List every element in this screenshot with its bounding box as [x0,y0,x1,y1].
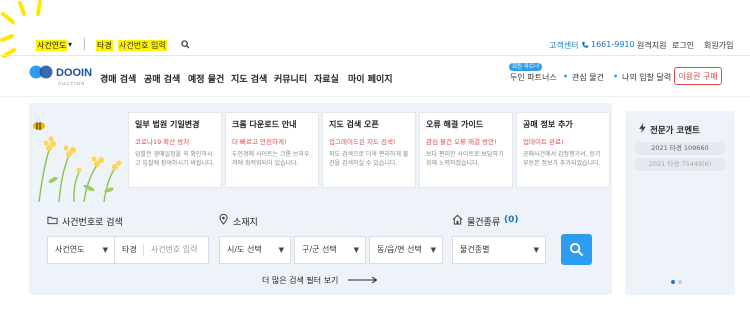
carousel-dot-active[interactable] [671,280,675,284]
city-select[interactable]: 시/도 선택 ▼ [219,236,291,264]
chevron-down-icon: ▼ [533,246,539,254]
nav-auction-search[interactable]: 경매 검색 [100,72,136,85]
notice-card-subtitle: 관심 물건 오류 해결 방안! [426,138,497,146]
customer-center-link[interactable]: 고객센터 [549,40,578,51]
town-select[interactable]: 동/읍/면 선택 ▼ [369,236,443,264]
city-select-value: 시/도 선택 [227,245,262,254]
search-icon[interactable] [181,40,190,49]
logo-text: DOOIN [56,67,92,79]
notice-card-subtitle: 업데이트 완료! [523,138,564,146]
case-number-placeholder: 사건번호 입력 [150,245,198,254]
item-type-select[interactable]: 물건종별 ▼ [452,236,546,264]
nav-public-auction-search[interactable]: 공매 검색 [144,72,180,85]
notice-card-description: 공매사건에서 감정평가서, 등기부등본 정보가 추가되었습니다. [523,151,601,167]
nav-dot: • [613,72,619,81]
nav-dot: • [563,72,569,81]
login-link[interactable]: 로그인 [672,40,694,51]
logo-subtext: AUCTION [58,81,85,86]
lightning-icon [639,123,646,133]
nav-watch-items[interactable]: 관심 물건 [572,72,604,83]
case-year-value: 사건연도 [55,245,85,254]
partner-badge: 회원 파트너 [509,63,543,71]
top-case-year-select[interactable]: 사건연도 [36,40,68,51]
notice-card-description: 입찰전 경매일정을 꼭 확인하시고 입찰에 참여하시기 바랍니다. [135,151,215,167]
divider [143,243,145,256]
nav-resources[interactable]: 자료실 [314,72,339,85]
notice-card[interactable]: 지도 검색 오픈 업그레이드된 지도 검색! 지도 검색으로 더욱 편리하게 물… [322,112,416,188]
signup-link[interactable]: 회원가입 [704,40,733,51]
phone-icon [582,41,589,48]
chevron-down-icon: ▼ [102,246,108,254]
notice-card-title: 오류 해결 가이드 [426,120,484,129]
nav-dooin-partners[interactable]: 두인 파트너스 [510,72,557,83]
notice-card-title: 지도 검색 오픈 [329,120,379,129]
notice-card-description: 보다 편리한 사이트로 보답하기 위해 노력하겠습니다. [426,151,504,167]
town-select-value: 동/읍/면 선택 [377,245,422,254]
nav-community[interactable]: 커뮤니티 [274,72,307,85]
notice-card-description: 지도 검색으로 더욱 편리하게 물건을 검색하실 수 있습니다. [329,151,409,167]
arrow-right-icon[interactable] [348,276,378,284]
buy-pass-button[interactable]: 이용권 구매 [674,67,722,85]
notice-card[interactable]: 오류 해결 가이드 관심 물건 오류 해결 방안! 보다 편리한 사이트로 보답… [419,112,513,188]
tagyeong-label: 타경 [122,245,137,254]
notice-card[interactable]: 크롬 다운로드 안내 더 빠르고 안전하게! 두인경매 사이트는 크롬 브라우저… [225,112,319,188]
top-case-number-input[interactable]: 사건번호 입력 [118,40,167,51]
notice-card-subtitle: 업그레이드된 지도 검색! [329,138,396,146]
expert-comment-item[interactable]: 2021 타경 109660 [634,142,726,155]
notice-card-description: 두인경매 사이트는 크롬 브라우저에 최적화되어 있습니다. [232,151,310,167]
notice-card-title: 일부 법원 기일변경 [135,120,200,129]
chevron-down-icon: ▼ [278,246,284,254]
case-search-label: 사건번호로 검색 [62,218,123,228]
location-pin-icon [219,214,228,225]
nav-map-search[interactable]: 지도 검색 [231,72,267,85]
district-select-value: 구/군 선택 [302,245,337,254]
expert-comment-item[interactable]: 2021 타경 75449(6) [634,158,726,171]
notice-card-subtitle: 더 빠르고 안전하게! [232,138,287,146]
item-type-count: (0) [504,215,519,225]
chevron-down-icon: ▼ [430,246,436,254]
more-filters-link[interactable]: 더 많은 검색 필터 보기 [262,275,338,286]
notice-card-title: 공매 정보 추가 [523,120,573,129]
nav-bid-calendar[interactable]: 나의 입찰 달력 [622,72,671,83]
notice-card-title: 크롬 다운로드 안내 [232,120,297,129]
top-tagyeong-label: 타경 [96,40,113,51]
location-label: 소재지 [233,218,258,228]
nav-upcoming-items[interactable]: 예정 물건 [188,72,224,85]
spring-flowers-illustration [33,117,122,202]
expert-comment-title: 전문가 코멘트 [650,126,700,136]
case-year-select[interactable]: 사건연도 ▼ [47,236,115,264]
item-type-label: 물건종류 [467,218,501,228]
notice-card[interactable]: 공매 정보 추가 업데이트 완료! 공매사건에서 감정평가서, 등기부등본 정보… [516,112,610,188]
search-icon [569,242,584,257]
top-case-year-chevron-icon[interactable]: ▾ [68,40,72,49]
nav-my-page[interactable]: 마이 페이지 [348,72,393,85]
notice-card-subtitle: 코로나19 확산 방지 [135,138,190,146]
district-select[interactable]: 구/군 선택 ▼ [294,236,366,264]
expert-comment-panel [625,111,735,295]
bee-icon [33,117,45,130]
search-button[interactable] [561,234,592,265]
divider [84,38,85,50]
item-type-select-value: 물건종별 [460,245,490,254]
dooin-logo[interactable]: DOOIN AUCTION [29,62,93,88]
notice-card[interactable]: 일부 법원 기일변경 코로나19 확산 방지 입찰전 경매일정을 꼭 확인하시고… [128,112,222,188]
folder-icon [47,216,58,225]
remote-support-link[interactable]: 원격지원 [637,40,666,51]
carousel-dot[interactable] [678,280,682,284]
case-number-input[interactable]: 타경 사건번호 입력 [114,236,209,264]
chevron-down-icon: ▼ [353,246,359,254]
phone-number: 1661-9910 [591,40,635,49]
building-icon [452,214,463,225]
